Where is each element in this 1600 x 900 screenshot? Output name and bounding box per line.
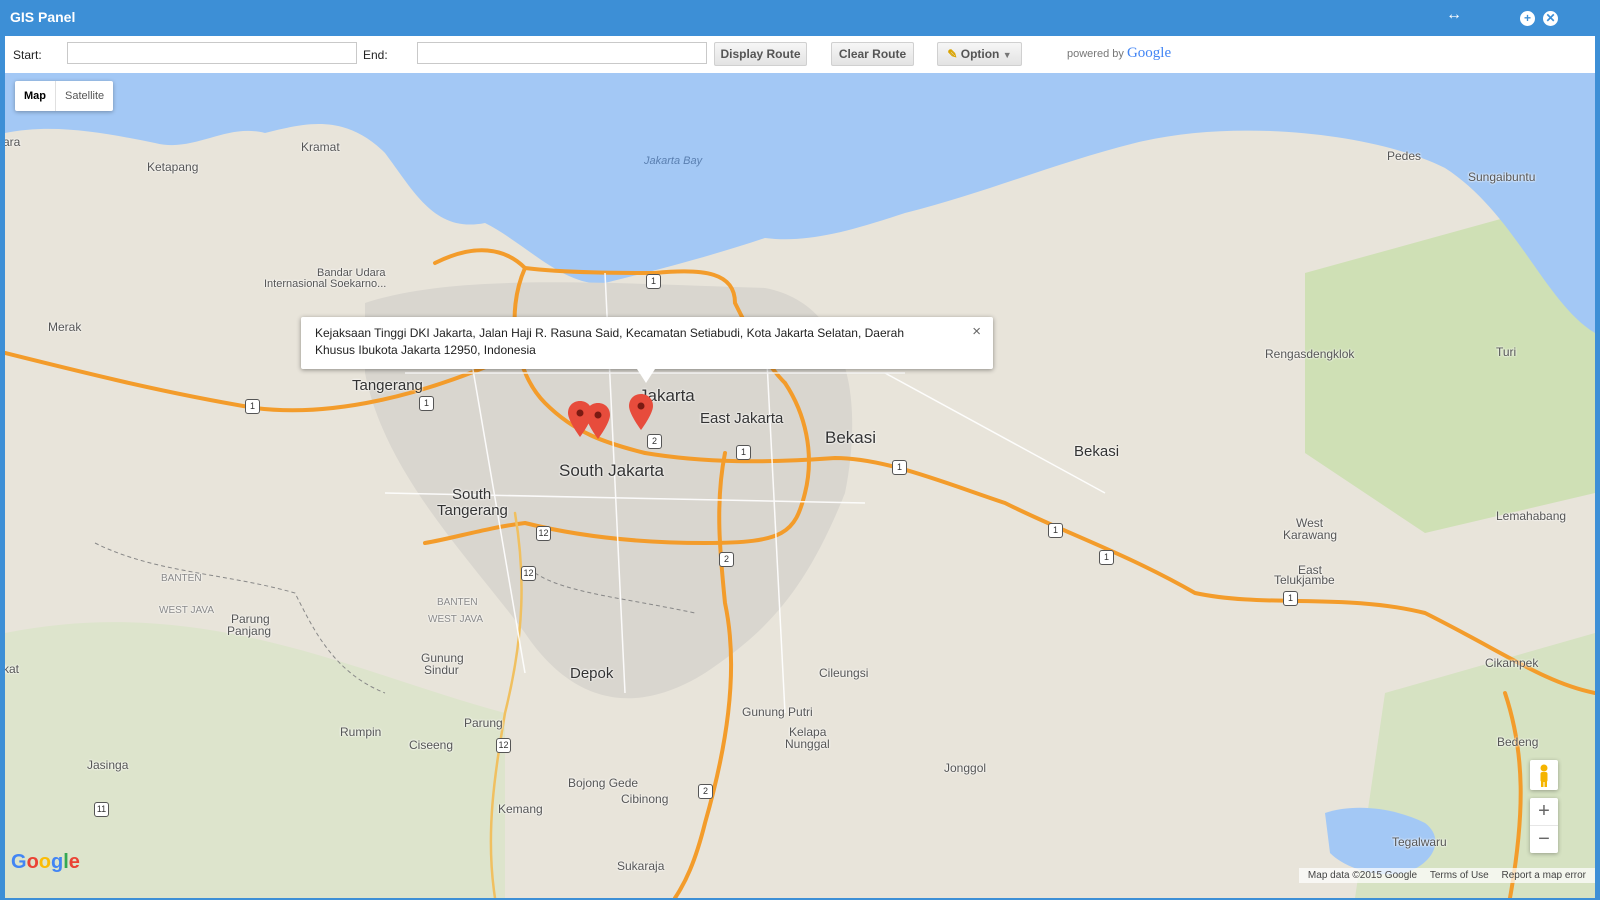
map-type-control: Map Satellite <box>15 81 114 111</box>
chevron-down-icon: ▼ <box>1002 50 1012 60</box>
start-input[interactable] <box>67 42 357 64</box>
place-label: Nunggal <box>785 737 830 751</box>
place-label: Tangerang <box>437 502 508 519</box>
zoom-in-button[interactable]: + <box>1530 798 1558 826</box>
highway-shield: 1 <box>892 460 907 475</box>
highway-shield: 1 <box>736 445 751 460</box>
window-title: GIS Panel <box>10 9 76 25</box>
place-label: Merak <box>48 320 82 334</box>
place-label: South Jakarta <box>559 461 664 480</box>
option-button[interactable]: ✎ Option ▼ <box>937 42 1022 66</box>
highway-shield: 1 <box>245 399 260 414</box>
map-marker[interactable] <box>586 403 610 439</box>
title-bar: GIS Panel ↔ + ✕ <box>0 0 1600 36</box>
place-label: Bedeng <box>1497 735 1539 749</box>
powered-by-text: powered by <box>1067 48 1124 60</box>
place-label: Tangerang <box>352 377 423 394</box>
place-label: Cileungsi <box>819 666 869 680</box>
start-label: Start: <box>13 48 42 62</box>
place-label: Telukjambe <box>1274 573 1335 587</box>
region-label: WEST JAVA <box>159 605 215 616</box>
map-type-satellite-button[interactable]: Satellite <box>56 81 113 111</box>
info-window-tail <box>637 369 655 383</box>
option-label: Option <box>960 47 1000 61</box>
place-label: Jonggol <box>944 761 987 775</box>
info-window-address: Kejaksaan Tinggi DKI Jakarta, Jalan Haji… <box>315 326 905 357</box>
highway-shield: 1 <box>1048 523 1063 538</box>
end-input[interactable] <box>417 42 707 64</box>
region-label: BANTEN <box>161 573 202 584</box>
highway-shield: 1 <box>419 396 434 411</box>
place-label: East Jakarta <box>700 410 784 427</box>
place-label: Kramat <box>301 140 340 154</box>
terms-of-use-link[interactable]: Terms of Use <box>1430 870 1489 881</box>
powered-by-google: powered by Google <box>1067 45 1171 62</box>
highway-shield: 12 <box>536 526 551 541</box>
street-view-pegman-icon[interactable] <box>1530 760 1558 790</box>
place-label: Sindur <box>424 663 459 677</box>
place-label: Karawang <box>1283 528 1338 542</box>
map-base-layer <box>5 73 1595 898</box>
map-type-map-button[interactable]: Map <box>15 81 56 111</box>
highway-shield: 1 <box>1099 550 1114 565</box>
highway-shield: 1 <box>646 274 661 289</box>
highway-shield: 1 <box>1283 591 1298 606</box>
highway-shield: 2 <box>719 552 734 567</box>
end-label: End: <box>363 48 388 62</box>
place-label: Bekasi <box>1074 443 1120 460</box>
highway-shield: 11 <box>94 802 109 817</box>
resize-icon[interactable]: ↔ <box>1446 6 1462 24</box>
place-label: Rumpin <box>340 725 382 739</box>
place-label: Cikampek <box>1485 656 1539 670</box>
info-window: Kejaksaan Tinggi DKI Jakarta, Jalan Haji… <box>301 317 993 383</box>
highway-shield: 12 <box>521 566 536 581</box>
place-label: Parung <box>464 716 503 730</box>
place-label: Pedes <box>1387 149 1422 163</box>
place-label: Depok <box>570 665 614 682</box>
place-label: Kemang <box>498 802 543 816</box>
place-label: kat <box>5 662 20 676</box>
place-label: Jasinga <box>87 758 129 772</box>
place-label: ara <box>5 135 21 149</box>
map-marker-selected[interactable] <box>629 394 653 430</box>
map-data-text: Map data ©2015 Google <box>1307 870 1418 881</box>
map-canvas[interactable]: Map Satellite ara Kramat Ketapang Jakart… <box>5 73 1595 898</box>
clear-route-button[interactable]: Clear Route <box>831 42 914 66</box>
place-label: Cibinong <box>621 792 669 806</box>
water-label: Jakarta Bay <box>644 155 703 167</box>
highway-shield: 2 <box>698 784 713 799</box>
report-map-error-link[interactable]: Report a map error <box>1502 870 1586 881</box>
google-wordmark: Google <box>1126 45 1172 61</box>
place-label: Gunung Putri <box>742 705 813 719</box>
highway-shield: 2 <box>647 434 662 449</box>
place-label: Internasional Soekarno... <box>264 278 387 290</box>
place-label: Turi <box>1496 345 1517 359</box>
place-label: Rengasdengklok <box>1265 347 1355 361</box>
zoom-control: + − <box>1530 798 1558 853</box>
place-label: Bojong Gede <box>568 776 639 790</box>
place-label: Ketapang <box>147 160 199 174</box>
highway-shield: 12 <box>496 738 511 753</box>
close-icon[interactable]: ✕ <box>1543 11 1558 26</box>
gis-panel: GIS Panel ↔ + ✕ Start: End: Display Rout… <box>0 0 1600 900</box>
route-toolbar: Start: End: Display Route Clear Route ✎ … <box>5 36 1595 74</box>
place-label: Sungaibuntu <box>1468 170 1536 184</box>
map-attribution: Map data ©2015 Google Terms of Use Repor… <box>1298 868 1595 883</box>
google-logo: Google <box>11 851 80 873</box>
region-label: BANTEN <box>437 597 478 608</box>
place-label: Tegalwaru <box>1392 835 1447 849</box>
plus-icon[interactable]: + <box>1520 11 1535 26</box>
place-label: Lemahabang <box>1496 509 1567 523</box>
place-label: South <box>452 486 492 503</box>
place-label: Panjang <box>227 624 272 638</box>
pencil-icon: ✎ <box>947 47 958 61</box>
place-label: Sukaraja <box>617 859 665 873</box>
display-route-button[interactable]: Display Route <box>714 42 807 66</box>
place-label: Bekasi <box>825 428 877 447</box>
info-window-close-icon[interactable]: × <box>972 323 981 340</box>
region-label: WEST JAVA <box>428 614 484 625</box>
place-label: Ciseeng <box>409 738 454 752</box>
zoom-out-button[interactable]: − <box>1530 826 1558 853</box>
